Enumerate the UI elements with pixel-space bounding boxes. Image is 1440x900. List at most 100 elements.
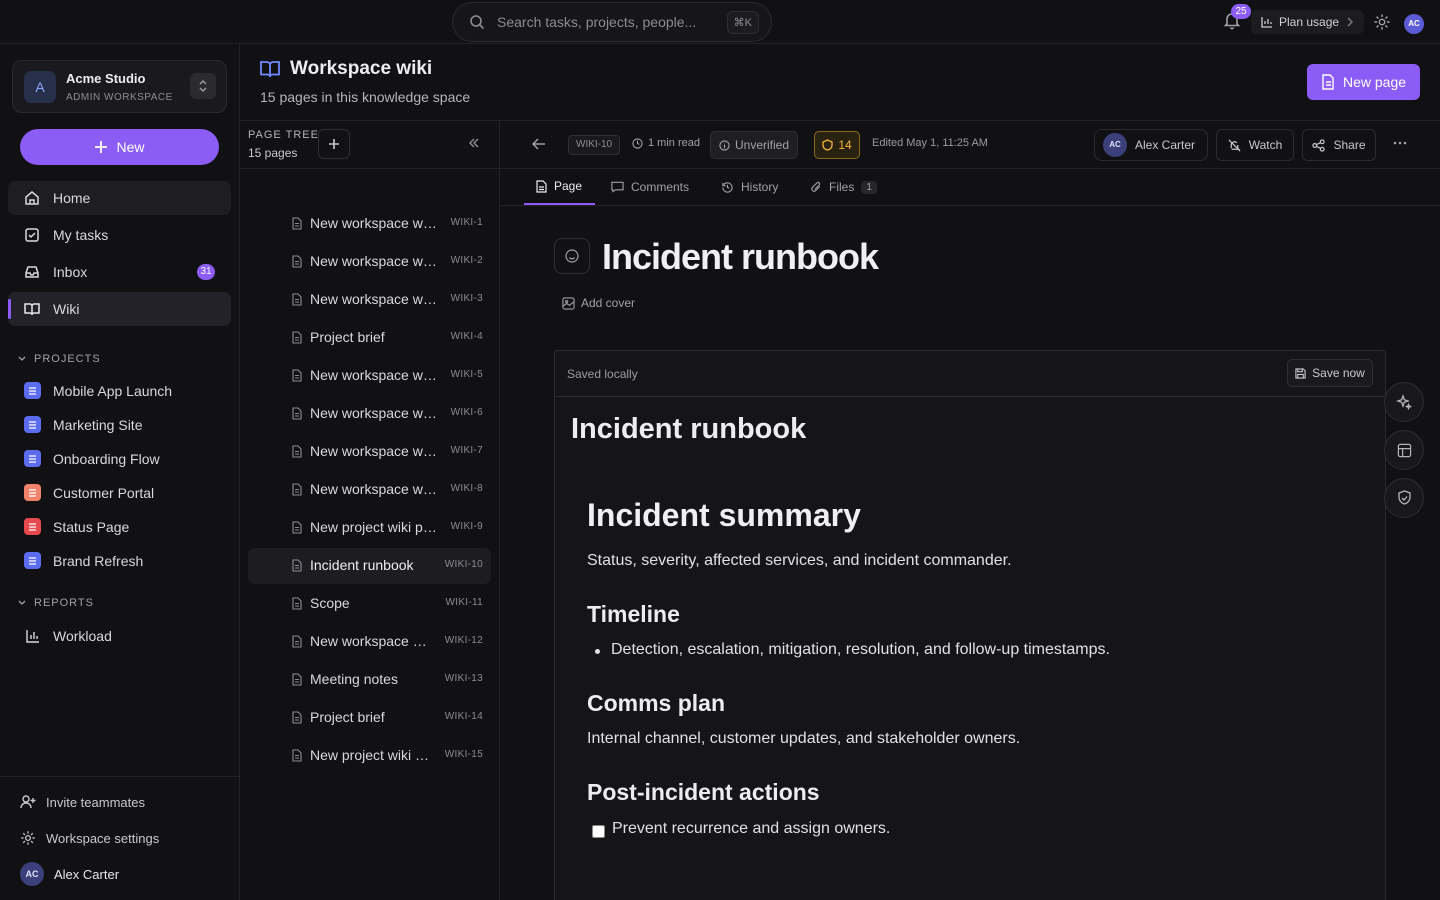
tree-page-item[interactable]: New workspace wiki page WIKI-12 bbox=[248, 624, 491, 660]
tree-page-item[interactable]: New workspace wiki page WIKI-8 bbox=[248, 472, 491, 508]
tab-files[interactable]: Files 1 bbox=[810, 169, 877, 205]
sparkle-icon bbox=[1396, 394, 1412, 410]
layout-button[interactable] bbox=[1384, 430, 1424, 470]
top-bar: Search tasks, projects, people... ⌘K 25 … bbox=[0, 0, 1440, 44]
more-options-icon[interactable] bbox=[1392, 135, 1408, 151]
page-tree-count: 15 pages bbox=[248, 146, 298, 160]
ai-sparkle-button[interactable] bbox=[1384, 382, 1424, 422]
task-checkbox[interactable] bbox=[592, 825, 605, 838]
tree-page-label: New workspace wiki page bbox=[310, 443, 437, 459]
user-profile-button[interactable]: AC Alex Carter bbox=[20, 862, 119, 886]
sidebar-project-item[interactable]: Mobile App Launch bbox=[24, 382, 172, 399]
tree-page-label: Project brief bbox=[310, 329, 385, 345]
shield-check-icon bbox=[1397, 490, 1412, 506]
collapse-icon[interactable] bbox=[468, 137, 480, 149]
tree-page-item[interactable]: New workspace wiki page WIKI-1 bbox=[248, 206, 491, 242]
tree-page-id: WIKI-14 bbox=[444, 711, 483, 722]
settings-label: Workspace settings bbox=[46, 830, 160, 846]
sidebar-item-my-tasks[interactable]: My tasks bbox=[8, 218, 231, 252]
sidebar-project-item[interactable]: Brand Refresh bbox=[24, 552, 143, 569]
plan-usage-button[interactable]: Plan usage bbox=[1251, 10, 1364, 34]
document-editor[interactable]: Saved locally Save now Incident runbook … bbox=[554, 350, 1386, 900]
sidebar: A Acme Studio ADMIN WORKSPACE New Home M… bbox=[0, 44, 240, 900]
arrow-left-icon[interactable] bbox=[532, 137, 546, 151]
tab-comments[interactable]: Comments bbox=[611, 169, 689, 205]
avatar: AC bbox=[20, 862, 44, 886]
share-button[interactable]: Share bbox=[1302, 129, 1376, 161]
document-icon bbox=[292, 407, 302, 420]
sidebar-report-workload[interactable]: Workload bbox=[24, 628, 112, 644]
tree-page-item[interactable]: Incident runbook WIKI-10 bbox=[248, 548, 491, 584]
tree-page-item[interactable]: Project brief WIKI-14 bbox=[248, 700, 491, 736]
watch-button[interactable]: Watch bbox=[1216, 129, 1294, 161]
tree-page-item[interactable]: New project wiki page WIKI-15 bbox=[248, 738, 491, 774]
sidebar-project-item[interactable]: Customer Portal bbox=[24, 484, 154, 501]
verification-button[interactable]: Unverified bbox=[710, 131, 799, 159]
tree-page-item[interactable]: New workspace wiki page WIKI-3 bbox=[248, 282, 491, 318]
tree-page-item[interactable]: New workspace wiki page WIKI-5 bbox=[248, 358, 491, 394]
tree-page-id: WIKI-8 bbox=[450, 483, 483, 494]
sidebar-project-item[interactable]: Onboarding Flow bbox=[24, 450, 160, 467]
new-button-label: New bbox=[116, 139, 145, 155]
project-label: Customer Portal bbox=[53, 484, 155, 501]
paperclip-icon bbox=[810, 181, 822, 194]
sidebar-item-wiki[interactable]: Wiki bbox=[8, 292, 231, 326]
bar-chart-icon bbox=[1261, 16, 1273, 28]
edited-timestamp: Edited May 1, 11:25 AM bbox=[872, 137, 988, 149]
document-icon bbox=[292, 217, 302, 230]
document-icon bbox=[292, 293, 302, 306]
page-title: Workspace wiki bbox=[260, 58, 432, 80]
image-icon bbox=[562, 296, 575, 310]
tree-page-id: WIKI-15 bbox=[444, 749, 483, 760]
tab-label: History bbox=[741, 180, 779, 194]
sidebar-item-inbox[interactable]: Inbox 31 bbox=[8, 255, 231, 289]
heading-comms-plan: Comms plan bbox=[587, 690, 726, 716]
add-emoji-button[interactable] bbox=[554, 238, 590, 274]
invite-teammates-button[interactable]: Invite teammates bbox=[20, 794, 145, 810]
health-score-badge[interactable]: 14 bbox=[814, 131, 860, 159]
project-label: Status Page bbox=[53, 518, 130, 535]
notification-badge: 25 bbox=[1231, 4, 1251, 19]
page-title-text: Workspace wiki bbox=[290, 58, 433, 79]
heading-timeline: Timeline bbox=[587, 601, 680, 627]
tree-page-id: WIKI-4 bbox=[450, 331, 483, 342]
gear-icon[interactable] bbox=[1373, 13, 1391, 31]
tab-page[interactable]: Page bbox=[524, 169, 595, 205]
heading-post-incident: Post-incident actions bbox=[587, 779, 820, 805]
chevron-up-down-icon[interactable] bbox=[190, 73, 216, 99]
sidebar-project-item[interactable]: Status Page bbox=[24, 518, 129, 535]
save-now-button[interactable]: Save now bbox=[1287, 359, 1373, 387]
tree-page-item[interactable]: New workspace wiki page WIKI-6 bbox=[248, 396, 491, 432]
projects-section-toggle[interactable]: PROJECTS bbox=[18, 353, 101, 365]
tree-page-item[interactable]: Scope WIKI-11 bbox=[248, 586, 491, 622]
workspace-settings-button[interactable]: Workspace settings bbox=[20, 830, 159, 846]
reports-section-toggle[interactable]: REPORTS bbox=[18, 597, 94, 609]
workspace-logo: A bbox=[24, 71, 56, 103]
tab-history[interactable]: History bbox=[721, 169, 778, 205]
project-label: Mobile App Launch bbox=[53, 382, 173, 399]
editor-status-bar: Saved locally Save now bbox=[555, 351, 1385, 397]
smiley-icon bbox=[565, 249, 579, 263]
add-page-button[interactable] bbox=[318, 129, 350, 159]
sidebar-item-home[interactable]: Home bbox=[8, 181, 231, 215]
new-page-button[interactable]: New page bbox=[1307, 64, 1420, 100]
owner-button[interactable]: AC Alex Carter bbox=[1094, 129, 1208, 161]
document-icon bbox=[292, 483, 302, 496]
tree-page-item[interactable]: New workspace wiki page WIKI-7 bbox=[248, 434, 491, 470]
list-icon bbox=[24, 484, 41, 501]
page-id-chip: WIKI-10 bbox=[568, 135, 621, 155]
plus-icon bbox=[94, 140, 108, 154]
user-avatar[interactable]: AC bbox=[1404, 14, 1424, 34]
sidebar-project-item[interactable]: Marketing Site bbox=[24, 416, 142, 433]
bell-off-icon bbox=[1228, 139, 1241, 152]
new-button[interactable]: New bbox=[20, 129, 219, 165]
add-cover-button[interactable]: Add cover bbox=[562, 296, 635, 310]
tree-page-item[interactable]: Project brief WIKI-4 bbox=[248, 320, 491, 356]
shield-check-button[interactable] bbox=[1384, 478, 1424, 518]
tree-page-item[interactable]: Meeting notes WIKI-13 bbox=[248, 662, 491, 698]
document-title[interactable]: Incident runbook bbox=[602, 236, 879, 278]
tree-page-item[interactable]: New workspace wiki page WIKI-2 bbox=[248, 244, 491, 280]
workspace-switcher[interactable]: A Acme Studio ADMIN WORKSPACE bbox=[12, 60, 227, 113]
search-input[interactable]: Search tasks, projects, people... ⌘K bbox=[452, 2, 772, 42]
tree-page-item[interactable]: New project wiki page WIKI-9 bbox=[248, 510, 491, 546]
